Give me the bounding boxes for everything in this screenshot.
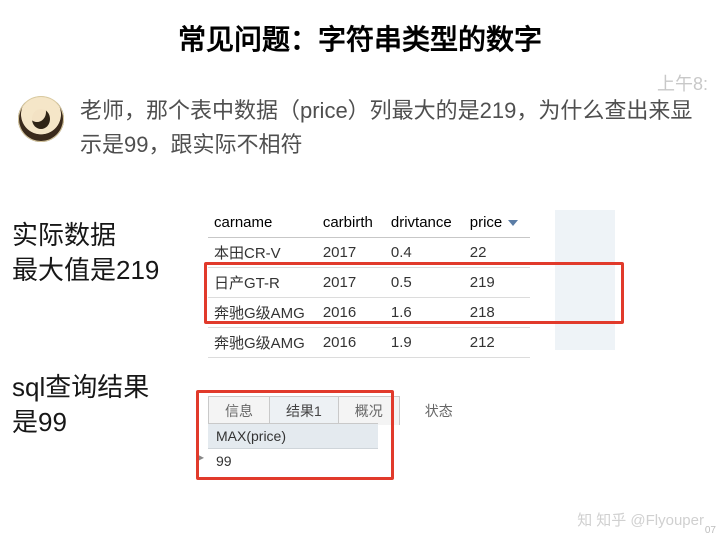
cell: 2016 [317, 328, 385, 358]
col-carbirth[interactable]: carbirth [317, 210, 385, 238]
timestamp: 上午8: [657, 70, 708, 96]
label-actual-line2: 最大值是219 [12, 253, 159, 288]
cell: 218 [464, 298, 531, 328]
page-number: 07 [705, 525, 716, 536]
cell: 0.5 [385, 268, 464, 298]
table-header-row: carname carbirth drivtance price [208, 210, 530, 238]
cell: 本田CR-V [208, 238, 317, 268]
watermark-text: 知乎 @Flyouper [596, 512, 704, 529]
label-sql-line2: 是99 [12, 405, 149, 440]
label-actual-line1: 实际数据 [12, 218, 159, 253]
cell: 1.6 [385, 298, 464, 328]
cell: 2017 [317, 238, 385, 268]
col-drivtance[interactable]: drivtance [385, 210, 464, 238]
tab-status[interactable]: 状态 [409, 397, 469, 425]
cell: 奔驰G级AMG [208, 298, 317, 328]
cell: 奔驰G级AMG [208, 328, 317, 358]
page-title: 常见问题：字符串类型的数字 [0, 0, 720, 58]
label-sql: sql查询结果 是99 [12, 370, 149, 440]
cell: 212 [464, 328, 531, 358]
row-marker-icon: ▸ [198, 450, 204, 464]
cell: 1.9 [385, 328, 464, 358]
col-price[interactable]: price [464, 210, 531, 238]
tab-summary[interactable]: 概况 [338, 396, 400, 425]
price-column-highlight [555, 210, 615, 350]
cell: 2017 [317, 268, 385, 298]
table-row[interactable]: 日产GT-R 2017 0.5 219 [208, 268, 530, 298]
data-table: carname carbirth drivtance price 本田CR-V … [208, 210, 530, 358]
label-sql-line1: sql查询结果 [12, 370, 149, 405]
table-row[interactable]: 本田CR-V 2017 0.4 22 [208, 238, 530, 268]
cell: 0.4 [385, 238, 464, 268]
watermark: 知知乎 @Flyouper [577, 509, 704, 530]
tab-result1[interactable]: 结果1 [269, 396, 339, 425]
cell: 22 [464, 238, 531, 268]
cell: 日产GT-R [208, 268, 317, 298]
sort-desc-icon [508, 220, 518, 226]
zhihu-icon: 知 [577, 513, 592, 529]
col-carname[interactable]: carname [208, 210, 317, 238]
result-header[interactable]: MAX(price) [208, 424, 378, 449]
cell: 219 [464, 268, 531, 298]
label-actual: 实际数据 最大值是219 [12, 218, 159, 288]
table-row[interactable]: 奔驰G级AMG 2016 1.9 212 [208, 328, 530, 358]
cell: 2016 [317, 298, 385, 328]
question-text: 老师，那个表中数据（price）列最大的是219，为什么查出来显示是99，跟实际… [80, 94, 698, 162]
result-panel: MAX(price) 99 [208, 423, 378, 473]
avatar [18, 96, 64, 142]
col-price-label: price [470, 214, 503, 231]
result-value: 99 [208, 449, 378, 473]
tab-info[interactable]: 信息 [208, 396, 270, 425]
table-row[interactable]: 奔驰G级AMG 2016 1.6 218 [208, 298, 530, 328]
result-tabs: 信息 结果1 概况 状态 [208, 396, 468, 425]
